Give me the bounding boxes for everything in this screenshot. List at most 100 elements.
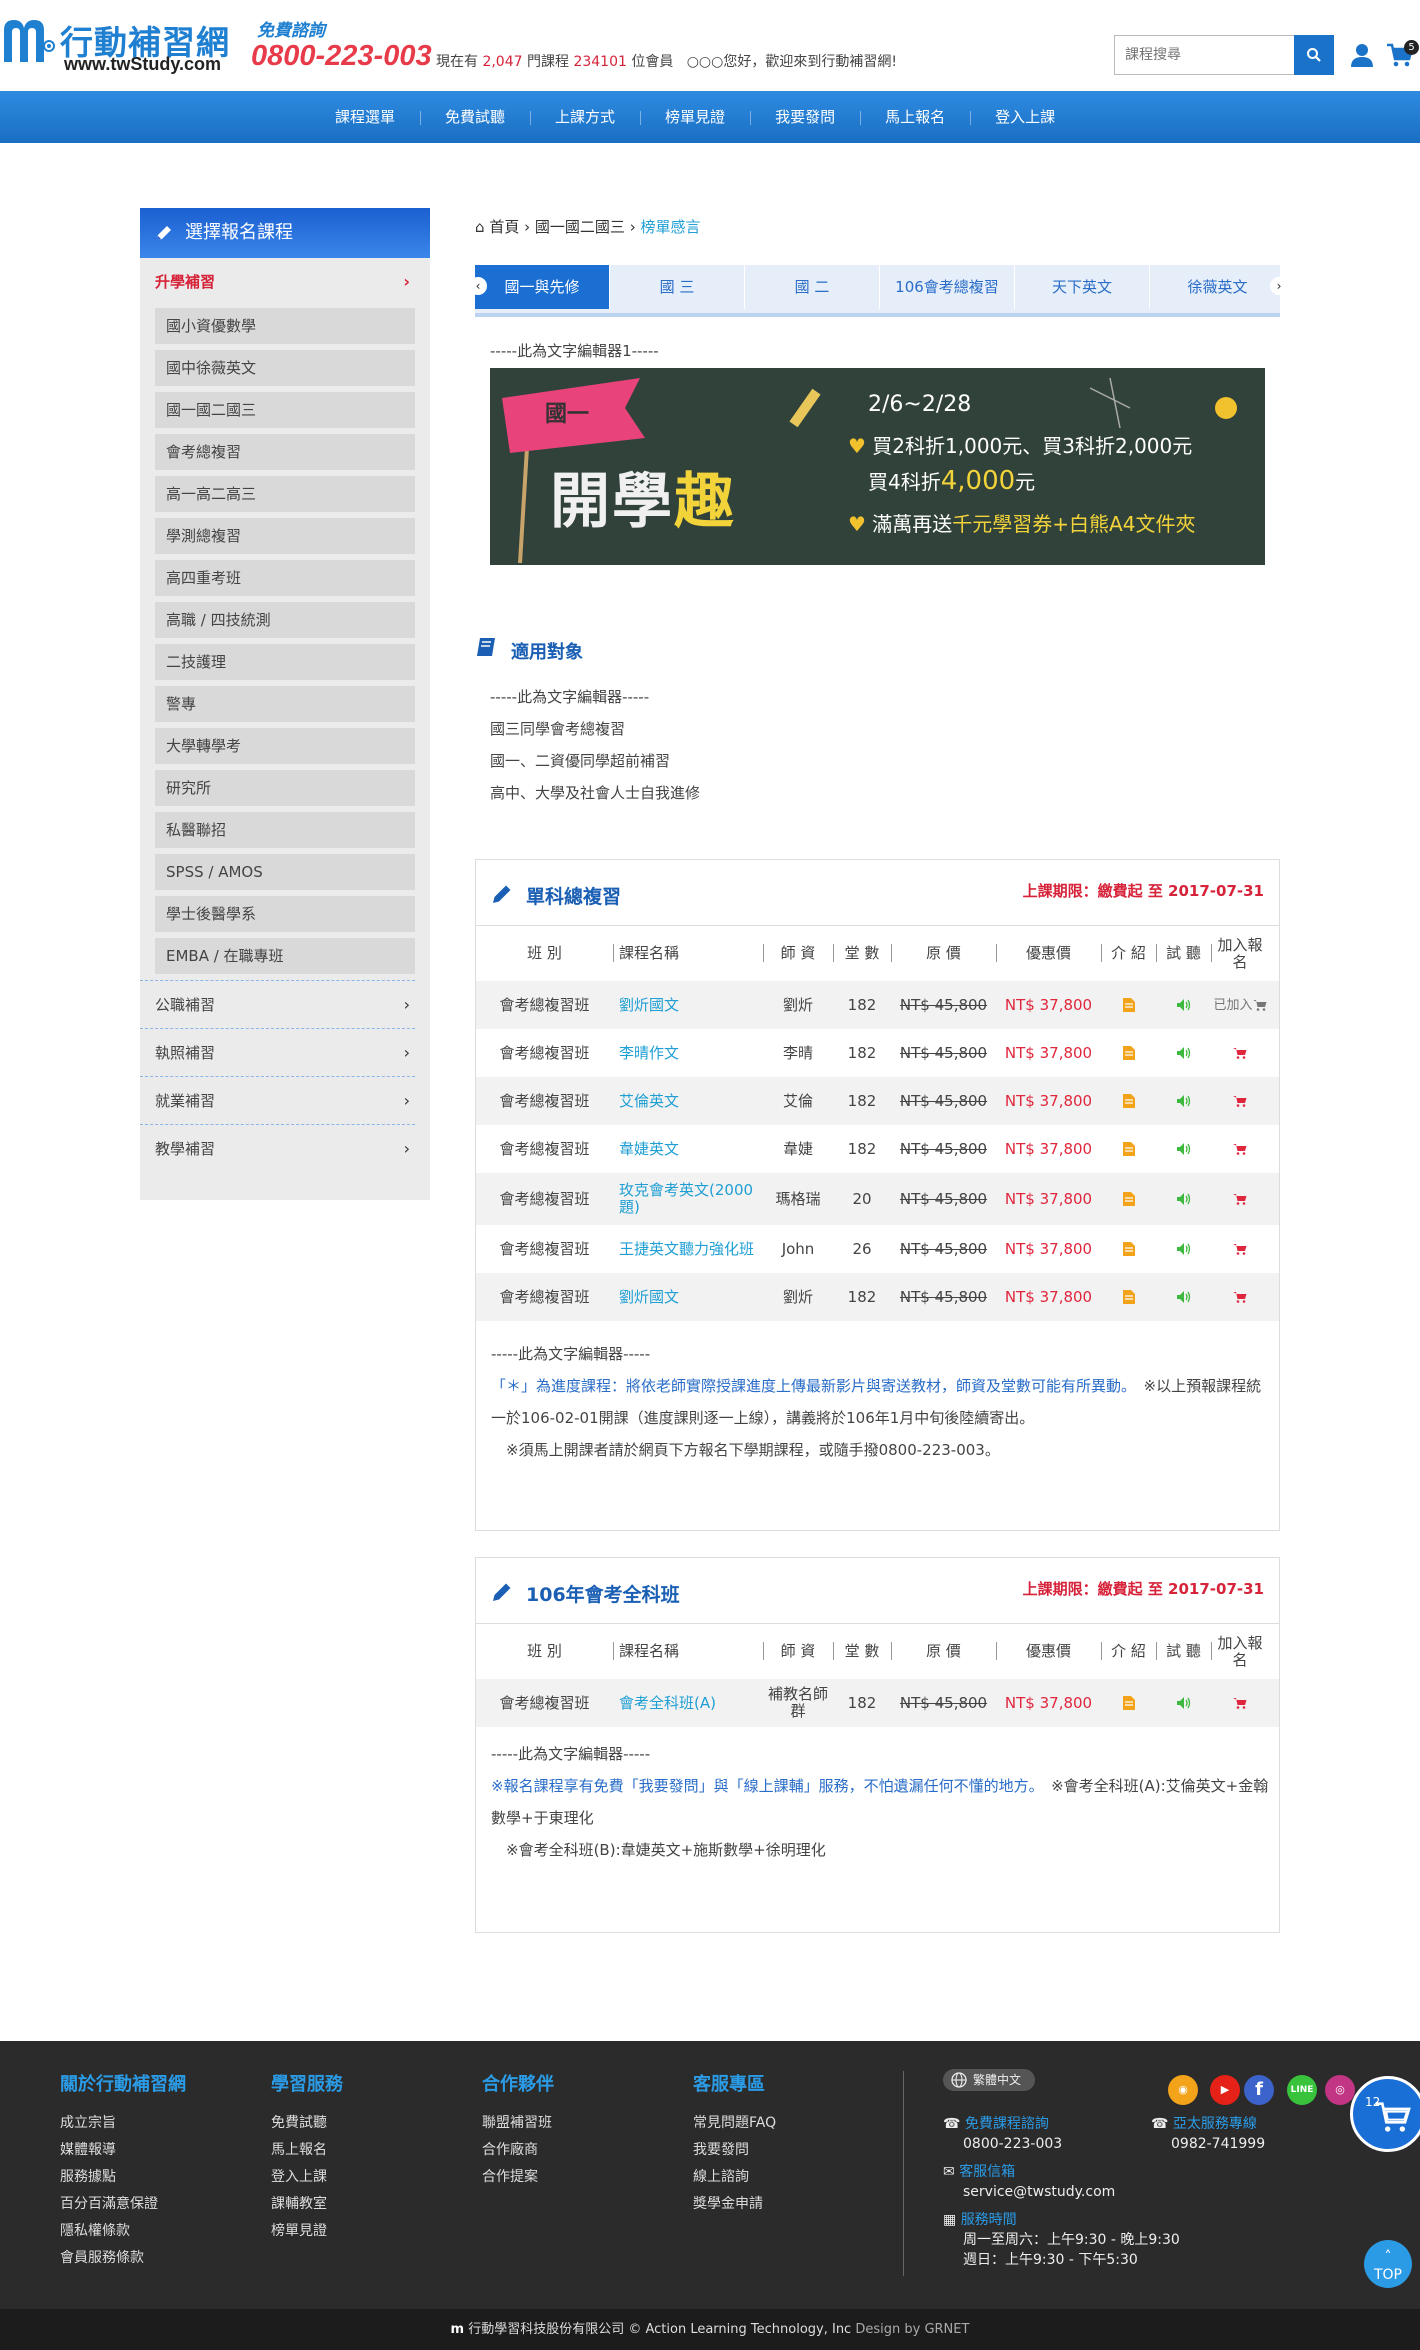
document-icon[interactable] <box>1101 1273 1156 1321</box>
footer-link[interactable]: 合作廠商 <box>482 2137 554 2164</box>
sidebar-subitem[interactable]: 會考總複習 <box>155 434 415 470</box>
cell-name[interactable]: 玫克會考英文(2000題) <box>619 1173 759 1225</box>
cell-name[interactable]: 艾倫英文 <box>619 1077 759 1125</box>
line-icon[interactable]: LINE <box>1287 2075 1317 2105</box>
cell-name[interactable]: 劉炘國文 <box>619 1273 759 1321</box>
asia-service-number[interactable]: 0982-741999 <box>1151 2136 1265 2152</box>
speaker-icon[interactable] <box>1156 1173 1211 1225</box>
footer-link[interactable]: 馬上報名 <box>271 2137 343 2164</box>
document-icon[interactable] <box>1101 1029 1156 1077</box>
tab-tianxia-english[interactable]: 天下英文 <box>1015 265 1150 309</box>
speaker-icon[interactable] <box>1156 1273 1211 1321</box>
add-to-cart-button[interactable] <box>1211 1679 1269 1727</box>
sidebar-subitem[interactable]: 國中徐薇英文 <box>155 350 415 386</box>
tab-grade-1[interactable]: 國一與先修 <box>475 265 610 309</box>
nav-item-enroll-now[interactable]: 馬上報名 <box>860 91 970 143</box>
footer-link[interactable]: 會員服務條款 <box>60 2245 186 2272</box>
user-icon[interactable] <box>1349 42 1375 68</box>
sidebar-subitem[interactable]: 學士後醫學系 <box>155 896 415 932</box>
footer-link[interactable]: 服務據點 <box>60 2164 186 2191</box>
site-logo[interactable]: 行動補習網 www.twStudy.com <box>0 14 240 74</box>
tab-grade-3[interactable]: 國 三 <box>610 265 745 309</box>
add-to-cart-button[interactable] <box>1211 1125 1269 1173</box>
add-to-cart-button[interactable] <box>1211 1029 1269 1077</box>
speaker-icon[interactable] <box>1156 1225 1211 1273</box>
hotline-number[interactable]: 0800-223-003 <box>251 40 432 73</box>
instagram-icon[interactable]: ◎ <box>1325 2075 1355 2105</box>
add-to-cart-button[interactable]: 已加入 <box>1211 981 1269 1029</box>
footer-link[interactable]: 我要發問 <box>693 2137 776 2164</box>
footer-link[interactable]: 成立宗旨 <box>60 2110 186 2137</box>
speaker-icon[interactable] <box>1156 1029 1211 1077</box>
document-icon[interactable] <box>1101 1225 1156 1273</box>
sidebar-subitem[interactable]: 大學轉學考 <box>155 728 415 764</box>
sidebar-category[interactable]: 教學補習 › <box>140 1125 415 1173</box>
sidebar-category[interactable]: 就業補習 › <box>140 1077 415 1125</box>
sidebar-category[interactable]: 執照補習 › <box>140 1029 415 1077</box>
footer-link[interactable]: 榜單見證 <box>271 2218 343 2245</box>
nav-item-login[interactable]: 登入上課 <box>970 91 1080 143</box>
sidebar-subitem[interactable]: 研究所 <box>155 770 415 806</box>
add-to-cart-button[interactable] <box>1211 1225 1269 1273</box>
footer-link[interactable]: 百分百滿意保證 <box>60 2191 186 2218</box>
speaker-icon[interactable] <box>1156 1077 1211 1125</box>
cell-name[interactable]: 劉炘國文 <box>619 981 759 1029</box>
tabs-next-arrow[interactable]: › <box>1270 277 1288 295</box>
footer-link[interactable]: 隱私權條款 <box>60 2218 186 2245</box>
cell-name[interactable]: 王捷英文聽力強化班 <box>619 1225 759 1273</box>
speaker-icon[interactable] <box>1156 1125 1211 1173</box>
add-to-cart-button[interactable] <box>1211 1077 1269 1125</box>
tab-grade-2[interactable]: 國 二 <box>745 265 880 309</box>
speaker-icon[interactable] <box>1156 1679 1211 1727</box>
footer-link[interactable]: 常見問題FAQ <box>693 2110 776 2137</box>
nav-item-ask-question[interactable]: 我要發問 <box>750 91 860 143</box>
sidebar-subitem[interactable]: EMBA / 在職專班 <box>155 938 415 974</box>
sidebar-subitem[interactable]: 二技護理 <box>155 644 415 680</box>
nav-item-course-menu[interactable]: 課程選單 <box>310 91 420 143</box>
design-credit[interactable]: Design by GRNET <box>855 2322 969 2337</box>
footer-link[interactable]: 課輔教室 <box>271 2191 343 2218</box>
sidebar-subitem[interactable]: 警專 <box>155 686 415 722</box>
document-icon[interactable] <box>1101 1173 1156 1225</box>
nav-item-testimonials[interactable]: 榜單見證 <box>640 91 750 143</box>
tab-xuwei-english[interactable]: 徐薇英文 <box>1150 265 1285 309</box>
back-to-top-button[interactable]: ˄ TOP <box>1364 2240 1412 2288</box>
document-icon[interactable] <box>1101 1125 1156 1173</box>
document-icon[interactable] <box>1101 981 1156 1029</box>
facebook-icon[interactable]: f <box>1244 2075 1274 2105</box>
cell-name[interactable]: 韋婕英文 <box>619 1125 759 1173</box>
sidebar-category-active[interactable]: 升學補習 › <box>140 258 415 306</box>
search-button[interactable] <box>1294 35 1334 75</box>
cell-name[interactable]: 會考全科班(A) <box>619 1679 759 1727</box>
sidebar-subitem[interactable]: 高職 / 四技統測 <box>155 602 415 638</box>
add-to-cart-button[interactable] <box>1211 1173 1269 1225</box>
cell-name[interactable]: 李晴作文 <box>619 1029 759 1077</box>
footer-link[interactable]: 合作提案 <box>482 2164 554 2191</box>
search-input[interactable] <box>1115 36 1295 74</box>
floating-cart-button[interactable]: 12 <box>1350 2076 1420 2152</box>
promo-banner[interactable]: 國一 開學趣 2/6~2/28 ♥ 買2科折1,000元、買3科折2,000元 … <box>490 368 1265 565</box>
tabs-prev-arrow[interactable]: ‹ <box>469 277 487 295</box>
footer-link[interactable]: 聯盟補習班 <box>482 2110 554 2137</box>
sidebar-subitem[interactable]: 學測總複習 <box>155 518 415 554</box>
sidebar-subitem[interactable]: 高一高二高三 <box>155 476 415 512</box>
tab-106-review[interactable]: 106會考總複習 <box>880 265 1015 309</box>
sidebar-category[interactable]: 公職補習 › <box>140 981 415 1029</box>
sidebar-subitem[interactable]: 國一國二國三 <box>155 392 415 428</box>
sidebar-subitem[interactable]: 國小資優數學 <box>155 308 415 344</box>
document-icon[interactable] <box>1101 1679 1156 1727</box>
breadcrumb-home[interactable]: 首頁 <box>489 218 519 236</box>
sidebar-subitem[interactable]: 私醫聯招 <box>155 812 415 848</box>
footer-link[interactable]: 獎學金申請 <box>693 2191 776 2218</box>
youtube-icon[interactable]: ▶ <box>1210 2075 1240 2105</box>
footer-link[interactable]: 免費試聽 <box>271 2110 343 2137</box>
nav-item-free-trial[interactable]: 免費試聽 <box>420 91 530 143</box>
document-icon[interactable] <box>1101 1077 1156 1125</box>
speaker-icon[interactable] <box>1156 981 1211 1029</box>
language-selector[interactable]: 繁體中文 <box>943 2069 1036 2091</box>
footer-link[interactable]: 線上諮詢 <box>693 2164 776 2191</box>
email-address[interactable]: service@twstudy.com <box>943 2184 1115 2200</box>
breadcrumb-level1[interactable]: 國一國二國三 <box>535 218 625 236</box>
footer-link[interactable]: 登入上課 <box>271 2164 343 2191</box>
sidebar-subitem[interactable]: 高四重考班 <box>155 560 415 596</box>
